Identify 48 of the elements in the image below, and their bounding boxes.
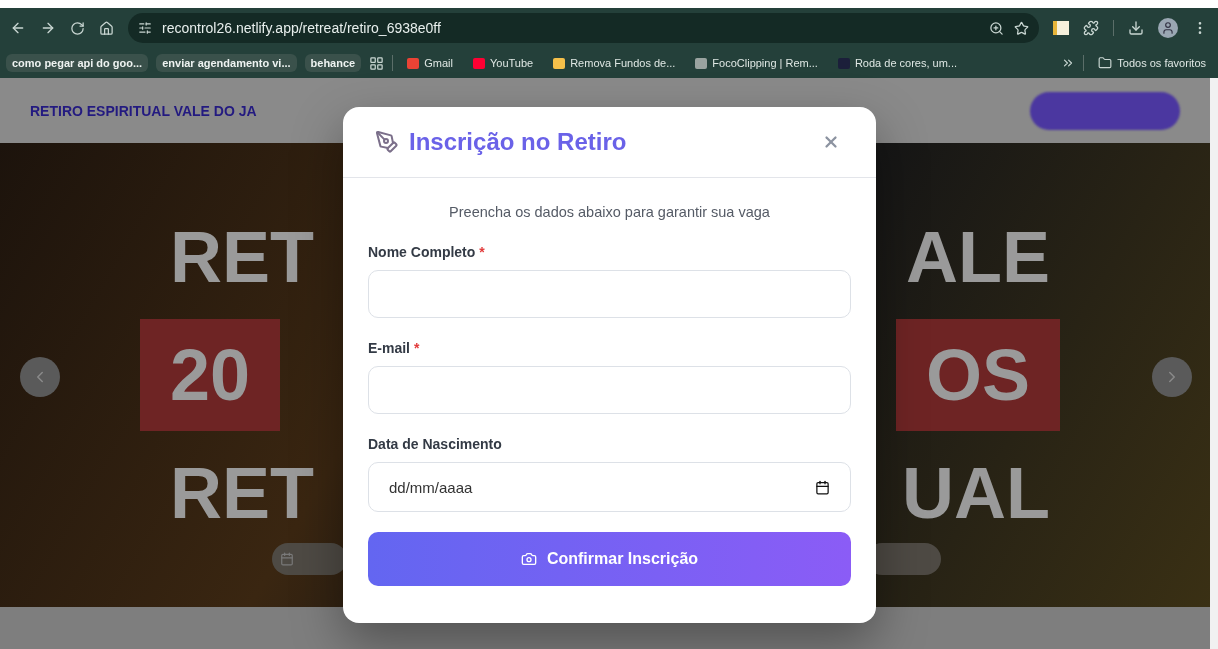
bookmark-chip[interactable]: enviar agendamento vi... xyxy=(156,54,297,72)
download-icon[interactable] xyxy=(1128,20,1144,36)
star-icon[interactable] xyxy=(1014,20,1029,36)
address-bar[interactable]: recontrol26.netlify.app/retreat/retiro_6938e0ff xyxy=(128,13,1039,43)
required-asterisk: * xyxy=(413,340,420,356)
hero-title: OS xyxy=(895,319,1060,431)
bookmark-link[interactable]: Gmail xyxy=(401,57,459,69)
hero-title: RET xyxy=(170,216,314,299)
bookmark-link[interactable]: Roda de cores, um... xyxy=(831,57,964,69)
pen-icon xyxy=(375,130,399,154)
dialog-subtitle: Preencha os dados abaixo para garantir sua vaga xyxy=(448,204,771,220)
date-field[interactable]: dd/mm/aaaa xyxy=(368,462,851,512)
back-icon[interactable] xyxy=(10,20,26,36)
folder-icon xyxy=(1098,56,1113,70)
text-input-field[interactable] xyxy=(368,270,851,318)
calendar-icon xyxy=(280,552,294,566)
header-button[interactable] xyxy=(1030,91,1180,130)
text-input-field[interactable] xyxy=(368,366,851,414)
calendar-icon[interactable] xyxy=(815,479,830,495)
avatar-icon[interactable] xyxy=(1158,18,1178,38)
close-icon xyxy=(822,133,840,151)
all-bookmarks-link[interactable]: Todos os favoritos xyxy=(1092,56,1212,70)
apps-grid-icon[interactable] xyxy=(369,55,385,71)
site-settings-icon[interactable] xyxy=(138,21,152,35)
reload-icon[interactable] xyxy=(70,20,85,36)
hero-title: ALE xyxy=(906,216,1050,299)
field-label: E-mail * xyxy=(368,340,421,356)
field-label: Data de Nascimento xyxy=(368,436,503,452)
hero-title: RET xyxy=(170,452,314,535)
bookmark-link[interactable]: YouTube xyxy=(466,57,540,69)
hero-title: 20 xyxy=(140,319,281,431)
url-text: recontrol26.netlify.app/retreat/retiro_6938e0ff xyxy=(162,20,442,36)
camera-icon xyxy=(520,551,537,567)
field-label: Nome Completo * xyxy=(368,244,486,260)
hero-title: UAL xyxy=(902,452,1050,535)
forward-icon[interactable] xyxy=(40,20,56,36)
bookmark-chip[interactable]: como pegar api do goo... xyxy=(6,54,149,72)
required-asterisk: * xyxy=(479,244,485,260)
bookmark-link[interactable]: Remova Fundos de... xyxy=(547,57,682,69)
site-brand[interactable]: RETIRO ESPIRITUAL VALE DO JA xyxy=(30,102,257,119)
home-icon[interactable] xyxy=(99,20,114,36)
bookmark-chip[interactable]: behance xyxy=(304,54,362,72)
zoom-icon[interactable] xyxy=(989,20,1004,36)
bookmark-link[interactable]: FocoClipping | Rem... xyxy=(689,57,824,69)
confirm-button[interactable]: Confirmar Inscrição xyxy=(368,532,851,586)
puzzle-icon[interactable] xyxy=(1083,20,1099,36)
carousel-prev-button[interactable] xyxy=(20,357,60,397)
dialog-title: Inscrição no Retiro xyxy=(409,128,628,156)
